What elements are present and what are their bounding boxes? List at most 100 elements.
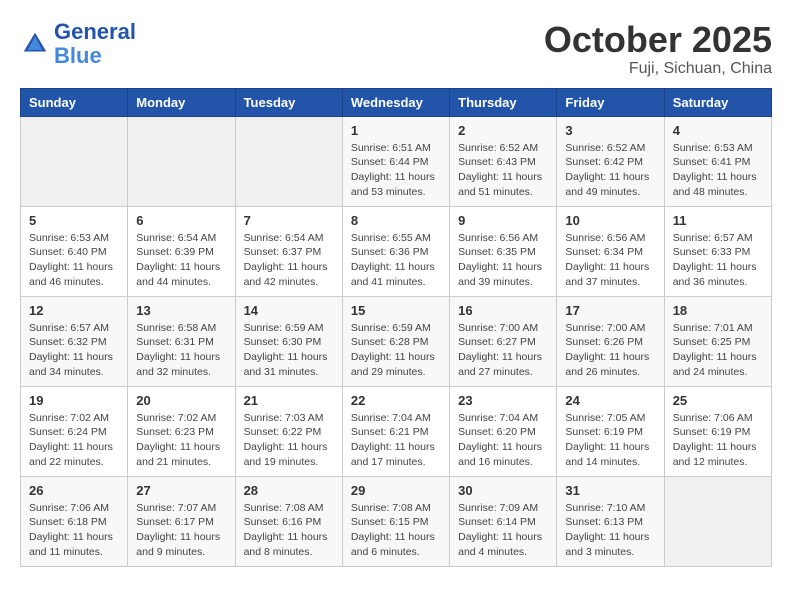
day-number: 27 — [136, 483, 226, 498]
day-info: Sunrise: 7:02 AMSunset: 6:23 PMDaylight:… — [136, 411, 226, 470]
calendar-day-cell: 31 Sunrise: 7:10 AMSunset: 6:13 PMDayligh… — [557, 476, 664, 566]
day-number: 24 — [565, 393, 655, 408]
day-info: Sunrise: 7:04 AMSunset: 6:21 PMDaylight:… — [351, 411, 441, 470]
day-number: 31 — [565, 483, 655, 498]
day-info: Sunrise: 7:03 AMSunset: 6:22 PMDaylight:… — [244, 411, 334, 470]
calendar-day-cell: 6 Sunrise: 6:54 AMSunset: 6:39 PMDaylight… — [128, 206, 235, 296]
day-number: 28 — [244, 483, 334, 498]
day-info: Sunrise: 7:05 AMSunset: 6:19 PMDaylight:… — [565, 411, 655, 470]
day-info: Sunrise: 7:10 AMSunset: 6:13 PMDaylight:… — [565, 501, 655, 560]
calendar-day-cell: 15Sunrise: 6:59 AMSunset: 6:28 PMDayligh… — [342, 296, 449, 386]
day-number: 12 — [29, 303, 119, 318]
calendar-day-cell: 27 Sunrise: 7:07 AMSunset: 6:17 PMDayligh… — [128, 476, 235, 566]
calendar-day-cell — [21, 116, 128, 206]
day-number: 29 — [351, 483, 441, 498]
calendar-table: SundayMondayTuesdayWednesdayThursdayFrid… — [20, 88, 772, 567]
day-info: Sunrise: 7:07 AMSunset: 6:17 PMDaylight:… — [136, 501, 226, 560]
day-info: Sunrise: 6:52 AMSunset: 6:43 PMDaylight:… — [458, 141, 548, 200]
calendar-day-cell: 8 Sunrise: 6:55 AMSunset: 6:36 PMDaylight… — [342, 206, 449, 296]
day-number: 20 — [136, 393, 226, 408]
logo-blue: Blue — [54, 43, 102, 68]
day-number: 3 — [565, 123, 655, 138]
day-number: 16 — [458, 303, 548, 318]
day-number: 8 — [351, 213, 441, 228]
day-info: Sunrise: 6:59 AMSunset: 6:30 PMDaylight:… — [244, 321, 334, 380]
weekday-header: Friday — [557, 88, 664, 116]
day-number: 1 — [351, 123, 441, 138]
calendar-day-cell: 7Sunrise: 6:54 AMSunset: 6:37 PMDaylight… — [235, 206, 342, 296]
day-number: 7 — [244, 213, 334, 228]
day-info: Sunrise: 7:00 AMSunset: 6:26 PMDaylight:… — [565, 321, 655, 380]
day-number: 9 — [458, 213, 548, 228]
calendar-day-cell: 4Sunrise: 6:53 AMSunset: 6:41 PMDaylight… — [664, 116, 771, 206]
logo: General Blue — [20, 20, 136, 68]
page-header: General Blue October 2025 Fuji, Sichuan,… — [20, 20, 772, 78]
calendar-week-row: 12 Sunrise: 6:57 AMSunset: 6:32 PMDayligh… — [21, 296, 772, 386]
calendar-day-cell: 1 Sunrise: 6:51 AMSunset: 6:44 PMDaylight… — [342, 116, 449, 206]
day-number: 26 — [29, 483, 119, 498]
calendar-day-cell: 20 Sunrise: 7:02 AMSunset: 6:23 PMDayligh… — [128, 386, 235, 476]
calendar-day-cell: 22 Sunrise: 7:04 AMSunset: 6:21 PMDayligh… — [342, 386, 449, 476]
calendar-day-cell: 28 Sunrise: 7:08 AMSunset: 6:16 PMDayligh… — [235, 476, 342, 566]
calendar-week-row: 1 Sunrise: 6:51 AMSunset: 6:44 PMDaylight… — [21, 116, 772, 206]
day-info: Sunrise: 6:54 AMSunset: 6:39 PMDaylight:… — [136, 231, 226, 290]
day-number: 11 — [673, 213, 763, 228]
day-number: 2 — [458, 123, 548, 138]
calendar-day-cell: 23 Sunrise: 7:04 AMSunset: 6:20 PMDayligh… — [450, 386, 557, 476]
calendar-day-cell: 2 Sunrise: 6:52 AMSunset: 6:43 PMDaylight… — [450, 116, 557, 206]
day-info: Sunrise: 6:58 AMSunset: 6:31 PMDaylight:… — [136, 321, 226, 380]
calendar-day-cell: 3 Sunrise: 6:52 AMSunset: 6:42 PMDaylight… — [557, 116, 664, 206]
weekday-header: Saturday — [664, 88, 771, 116]
calendar-day-cell: 26Sunrise: 7:06 AMSunset: 6:18 PMDayligh… — [21, 476, 128, 566]
month-title: October 2025 — [544, 20, 772, 60]
calendar-day-cell: 14 Sunrise: 6:59 AMSunset: 6:30 PMDayligh… — [235, 296, 342, 386]
day-info: Sunrise: 6:55 AMSunset: 6:36 PMDaylight:… — [351, 231, 441, 290]
calendar-day-cell: 29Sunrise: 7:08 AMSunset: 6:15 PMDayligh… — [342, 476, 449, 566]
calendar-day-cell: 13 Sunrise: 6:58 AMSunset: 6:31 PMDayligh… — [128, 296, 235, 386]
day-number: 19 — [29, 393, 119, 408]
calendar-day-cell: 18Sunrise: 7:01 AMSunset: 6:25 PMDayligh… — [664, 296, 771, 386]
weekday-header: Tuesday — [235, 88, 342, 116]
day-number: 23 — [458, 393, 548, 408]
calendar-day-cell: 9 Sunrise: 6:56 AMSunset: 6:35 PMDaylight… — [450, 206, 557, 296]
day-info: Sunrise: 6:57 AMSunset: 6:32 PMDaylight:… — [29, 321, 119, 380]
calendar-day-cell — [128, 116, 235, 206]
calendar-week-row: 5 Sunrise: 6:53 AMSunset: 6:40 PMDaylight… — [21, 206, 772, 296]
day-info: Sunrise: 7:06 AMSunset: 6:19 PMDaylight:… — [673, 411, 763, 470]
logo-general: General — [54, 19, 136, 44]
location-subtitle: Fuji, Sichuan, China — [544, 60, 772, 78]
day-info: Sunrise: 7:08 AMSunset: 6:16 PMDaylight:… — [244, 501, 334, 560]
title-block: October 2025 Fuji, Sichuan, China — [544, 20, 772, 78]
day-info: Sunrise: 6:53 AMSunset: 6:41 PMDaylight:… — [673, 141, 763, 200]
calendar-day-cell: 30Sunrise: 7:09 AMSunset: 6:14 PMDayligh… — [450, 476, 557, 566]
day-info: Sunrise: 7:01 AMSunset: 6:25 PMDaylight:… — [673, 321, 763, 380]
calendar-week-row: 19 Sunrise: 7:02 AMSunset: 6:24 PMDayligh… — [21, 386, 772, 476]
day-info: Sunrise: 7:00 AMSunset: 6:27 PMDaylight:… — [458, 321, 548, 380]
weekday-header: Wednesday — [342, 88, 449, 116]
day-info: Sunrise: 7:09 AMSunset: 6:14 PMDaylight:… — [458, 501, 548, 560]
calendar-week-row: 26Sunrise: 7:06 AMSunset: 6:18 PMDayligh… — [21, 476, 772, 566]
day-info: Sunrise: 7:04 AMSunset: 6:20 PMDaylight:… — [458, 411, 548, 470]
calendar-day-cell — [235, 116, 342, 206]
day-info: Sunrise: 6:56 AMSunset: 6:35 PMDaylight:… — [458, 231, 548, 290]
day-number: 5 — [29, 213, 119, 228]
weekday-header: Monday — [128, 88, 235, 116]
day-number: 17 — [565, 303, 655, 318]
calendar-day-cell: 11Sunrise: 6:57 AMSunset: 6:33 PMDayligh… — [664, 206, 771, 296]
day-info: Sunrise: 6:59 AMSunset: 6:28 PMDaylight:… — [351, 321, 441, 380]
day-info: Sunrise: 6:52 AMSunset: 6:42 PMDaylight:… — [565, 141, 655, 200]
day-number: 14 — [244, 303, 334, 318]
day-info: Sunrise: 6:53 AMSunset: 6:40 PMDaylight:… — [29, 231, 119, 290]
calendar-day-cell: 10Sunrise: 6:56 AMSunset: 6:34 PMDayligh… — [557, 206, 664, 296]
day-number: 13 — [136, 303, 226, 318]
calendar-day-cell: 25Sunrise: 7:06 AMSunset: 6:19 PMDayligh… — [664, 386, 771, 476]
weekday-header: Sunday — [21, 88, 128, 116]
weekday-header: Thursday — [450, 88, 557, 116]
calendar-day-cell: 5 Sunrise: 6:53 AMSunset: 6:40 PMDaylight… — [21, 206, 128, 296]
day-info: Sunrise: 6:51 AMSunset: 6:44 PMDaylight:… — [351, 141, 441, 200]
weekday-header-row: SundayMondayTuesdayWednesdayThursdayFrid… — [21, 88, 772, 116]
day-info: Sunrise: 7:02 AMSunset: 6:24 PMDaylight:… — [29, 411, 119, 470]
day-number: 22 — [351, 393, 441, 408]
calendar-day-cell: 21Sunrise: 7:03 AMSunset: 6:22 PMDayligh… — [235, 386, 342, 476]
day-number: 6 — [136, 213, 226, 228]
